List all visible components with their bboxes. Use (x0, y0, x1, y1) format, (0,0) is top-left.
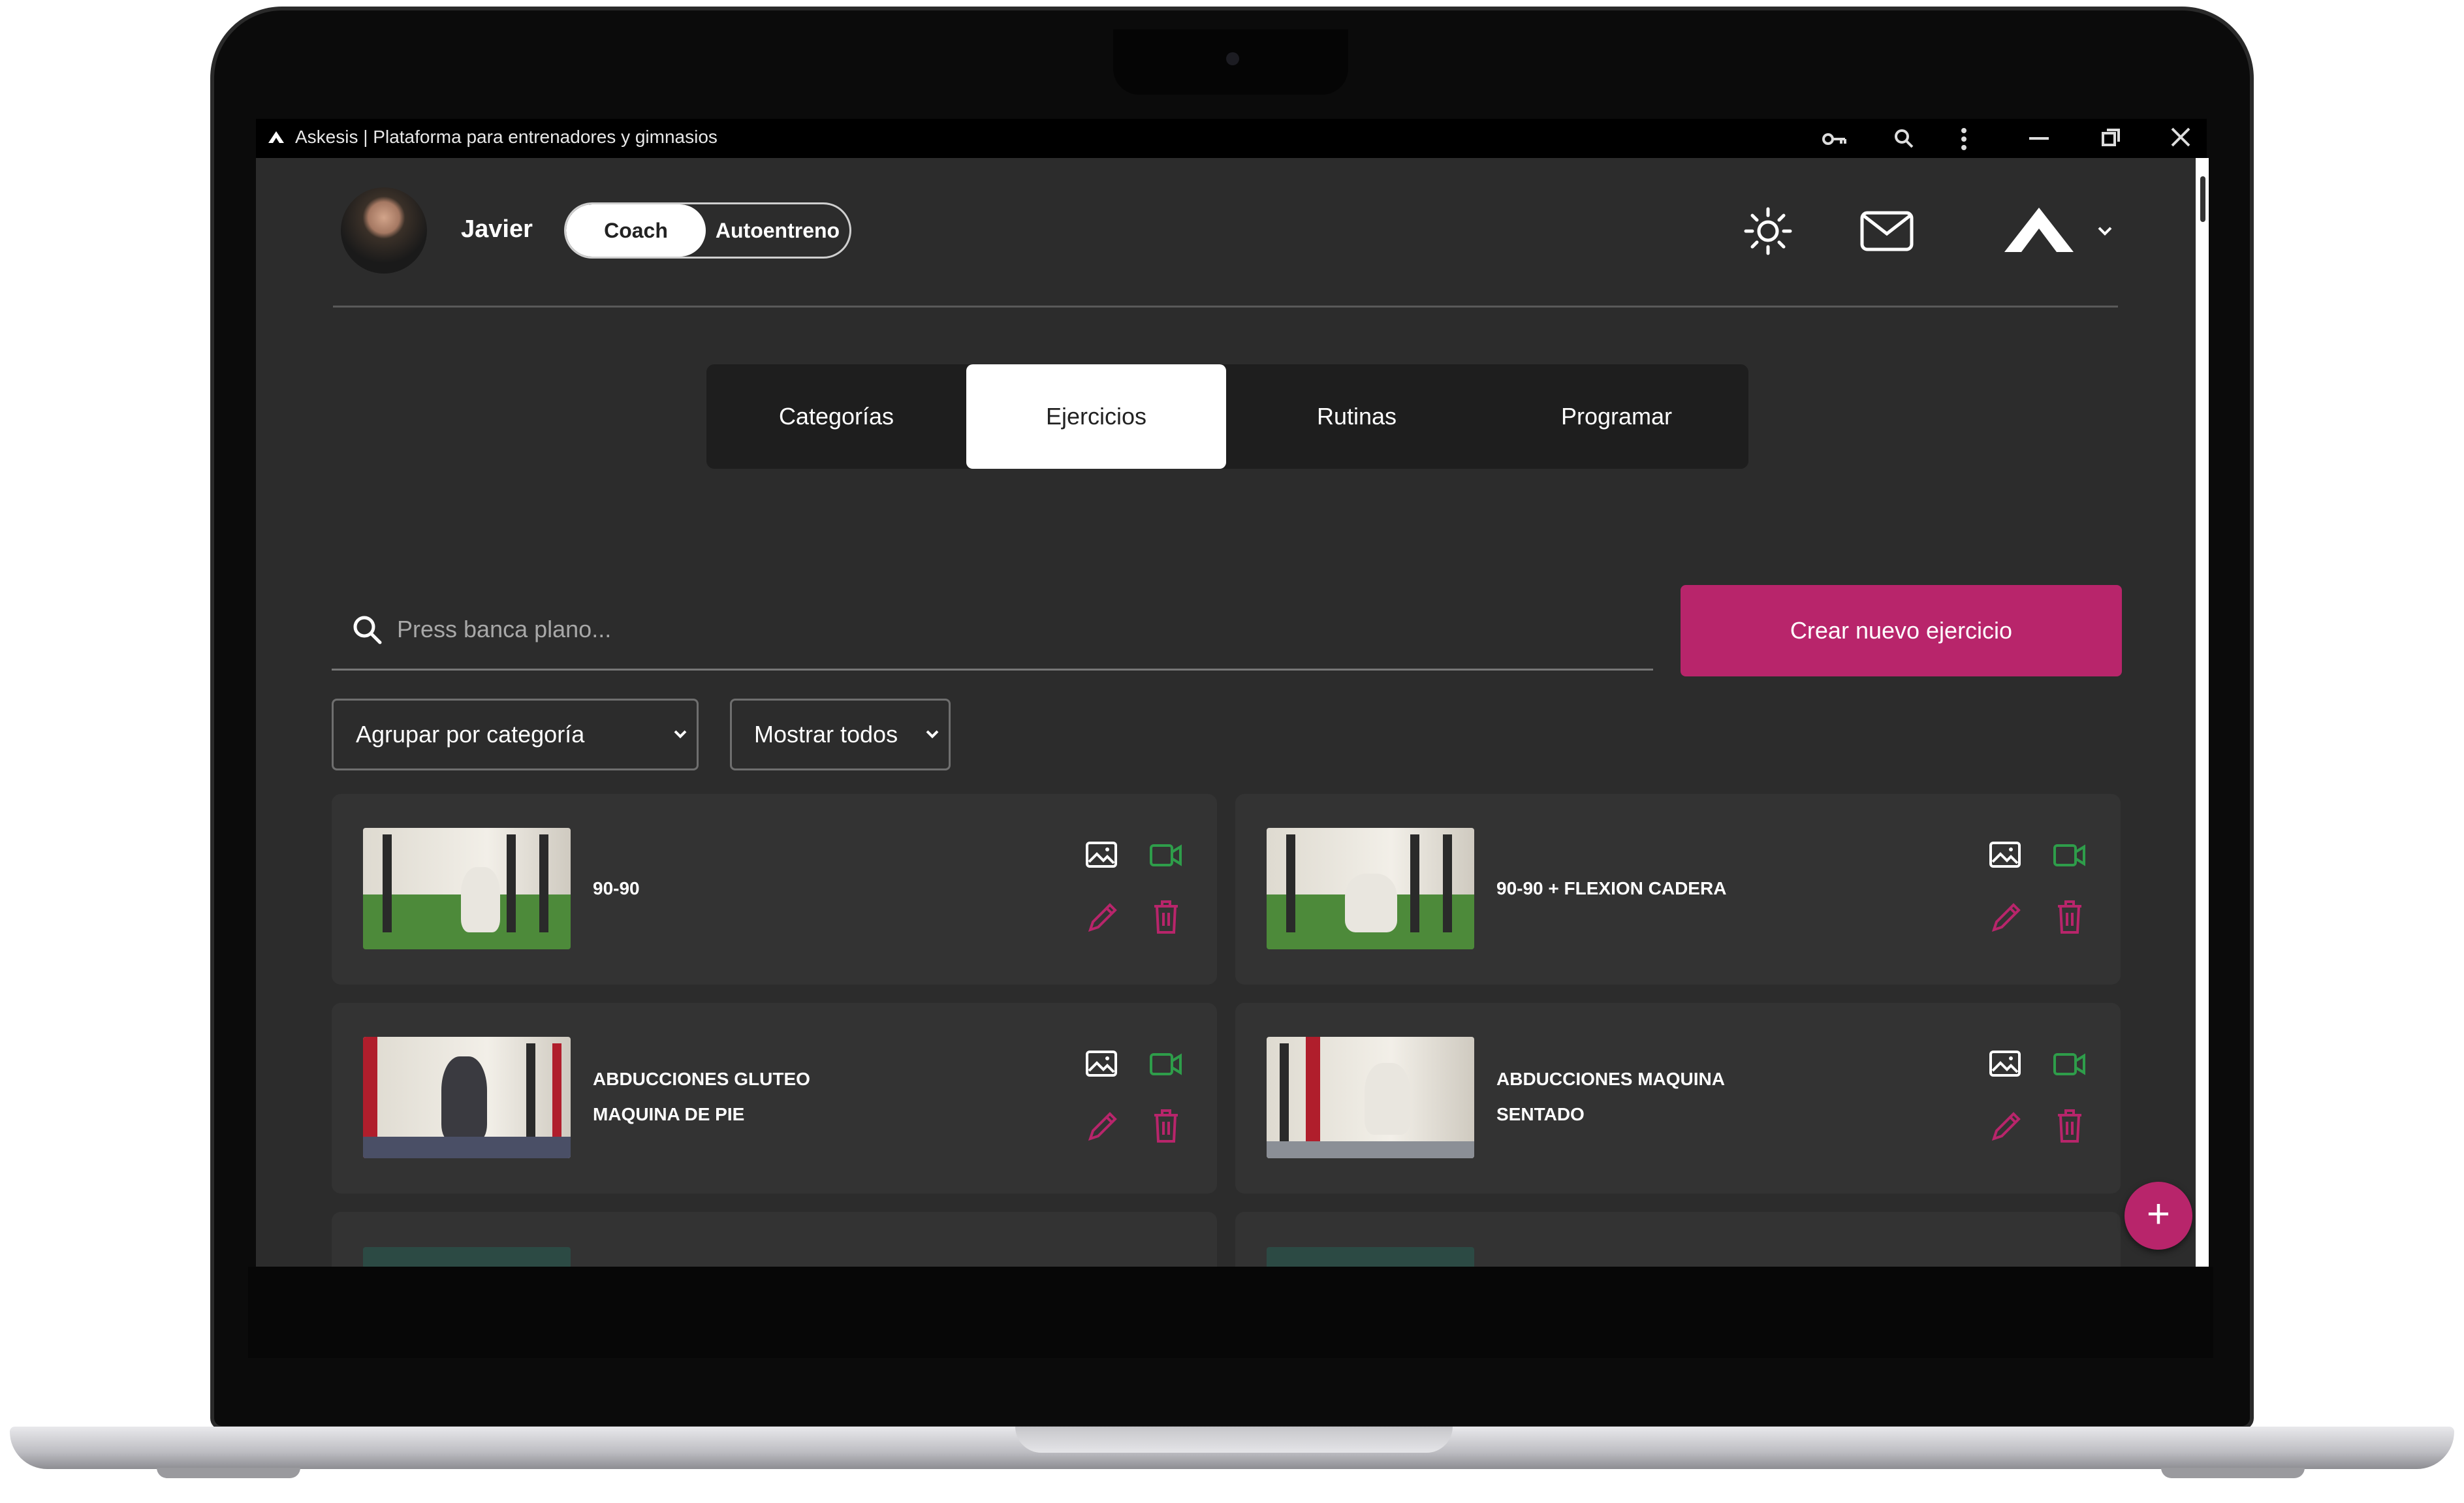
window-title: Askesis | Plataforma para entrenadores y… (295, 127, 718, 147)
exercise-title-line2: MAQUINA DE PIE (593, 1104, 745, 1124)
laptop-foot (157, 1468, 300, 1478)
video-icon[interactable] (2053, 1052, 2087, 1076)
edit-icon[interactable] (1085, 1110, 1119, 1144)
exercise-thumbnail (1267, 1247, 1474, 1267)
app-content: Javier Coach Autoentreno Categorías Ejer… (256, 158, 2207, 1267)
exercise-title: 90-90 (593, 878, 640, 898)
exercise-title-line2: SENTADO (1496, 1104, 1585, 1124)
exercise-thumbnail (363, 1037, 571, 1158)
camera-icon (1226, 52, 1239, 65)
image-icon[interactable] (1085, 841, 1118, 868)
exercise-card[interactable]: 90-90 + FLEXION CADERA (1235, 794, 2121, 985)
exercise-card[interactable]: ABDUCCIONES MAQUINA SENTADO (1235, 1003, 2121, 1194)
chevron-down-icon (674, 730, 687, 738)
image-icon[interactable] (1085, 1050, 1118, 1077)
edit-icon[interactable] (1989, 901, 2023, 935)
image-icon[interactable] (1989, 1050, 2021, 1077)
delete-icon[interactable] (2055, 898, 2084, 935)
screen-bezel (248, 1267, 2213, 1358)
exercise-thumbnail (1267, 828, 1474, 949)
exercise-title: 90-90 + FLEXION CADERA (1496, 878, 1727, 898)
chevron-down-icon[interactable] (2097, 226, 2113, 236)
show-filter-value: Mostrar todos (754, 721, 898, 748)
scrollbar[interactable] (2196, 158, 2209, 1267)
search-input[interactable] (397, 610, 906, 649)
tab-programar[interactable]: Programar (1487, 364, 1746, 469)
brightness-icon[interactable] (1742, 205, 1794, 257)
window-titlebar: Askesis | Plataforma para entrenadores y… (256, 119, 2207, 158)
header-divider (333, 306, 2118, 308)
show-filter-select[interactable]: Mostrar todos (730, 699, 951, 770)
brand-logo[interactable] (2003, 206, 2075, 253)
tab-ejercicios[interactable]: Ejercicios (966, 364, 1226, 469)
group-by-select[interactable]: Agrupar por categoría (332, 699, 699, 770)
delete-icon[interactable] (1152, 898, 1180, 935)
search-underline (332, 669, 1653, 671)
section-tabs: Categorías Ejercicios Rutinas Programar (706, 364, 1748, 469)
laptop-foot (2161, 1468, 2305, 1478)
tab-categorias[interactable]: Categorías (706, 364, 966, 469)
edit-icon[interactable] (1085, 901, 1119, 935)
avatar[interactable] (341, 187, 427, 274)
edit-icon[interactable] (1989, 1110, 2023, 1144)
minimize-icon[interactable] (2029, 137, 2049, 141)
key-icon[interactable] (1822, 129, 1848, 149)
add-fab-button[interactable]: + (2124, 1182, 2192, 1250)
group-by-value: Agrupar por categoría (356, 721, 585, 748)
chevron-down-icon (926, 730, 939, 738)
exercise-thumbnail (363, 828, 571, 949)
video-icon[interactable] (1149, 844, 1183, 867)
exercise-card[interactable] (332, 1212, 1217, 1267)
delete-icon[interactable] (2055, 1107, 2084, 1144)
create-exercise-button[interactable]: Crear nuevo ejercicio (1681, 585, 2122, 676)
image-icon[interactable] (1989, 841, 2021, 868)
mode-toggle[interactable]: Coach Autoentreno (564, 202, 851, 259)
scrollbar-thumb[interactable] (2200, 176, 2205, 222)
exercise-thumbnail (1267, 1037, 1474, 1158)
video-icon[interactable] (1149, 1052, 1183, 1076)
more-icon[interactable] (1960, 127, 1968, 151)
exercise-thumbnail (363, 1247, 571, 1267)
close-icon[interactable] (2170, 127, 2191, 148)
delete-icon[interactable] (1152, 1107, 1180, 1144)
exercise-card[interactable]: ABDUCCIONES GLUTEO MAQUINA DE PIE (332, 1003, 1217, 1194)
video-icon[interactable] (2053, 844, 2087, 867)
laptop-opening-notch (1015, 1427, 1453, 1453)
zoom-icon[interactable] (1893, 128, 1914, 149)
user-name: Javier (461, 215, 533, 243)
exercise-card[interactable]: 90-90 (332, 794, 1217, 985)
exercise-card[interactable] (1235, 1212, 2121, 1267)
restore-icon[interactable] (2101, 128, 2121, 148)
exercise-title-line1: ABDUCCIONES MAQUINA (1496, 1069, 1725, 1089)
app-logo-icon (268, 131, 284, 143)
exercise-title-line1: ABDUCCIONES GLUTEO (593, 1069, 810, 1089)
tab-rutinas[interactable]: Rutinas (1227, 364, 1487, 469)
search-icon (353, 616, 382, 644)
coach-toggle-option[interactable]: Coach (566, 204, 706, 257)
mail-icon[interactable] (1859, 210, 1914, 252)
autoentreno-toggle-option[interactable]: Autoentreno (706, 204, 849, 257)
